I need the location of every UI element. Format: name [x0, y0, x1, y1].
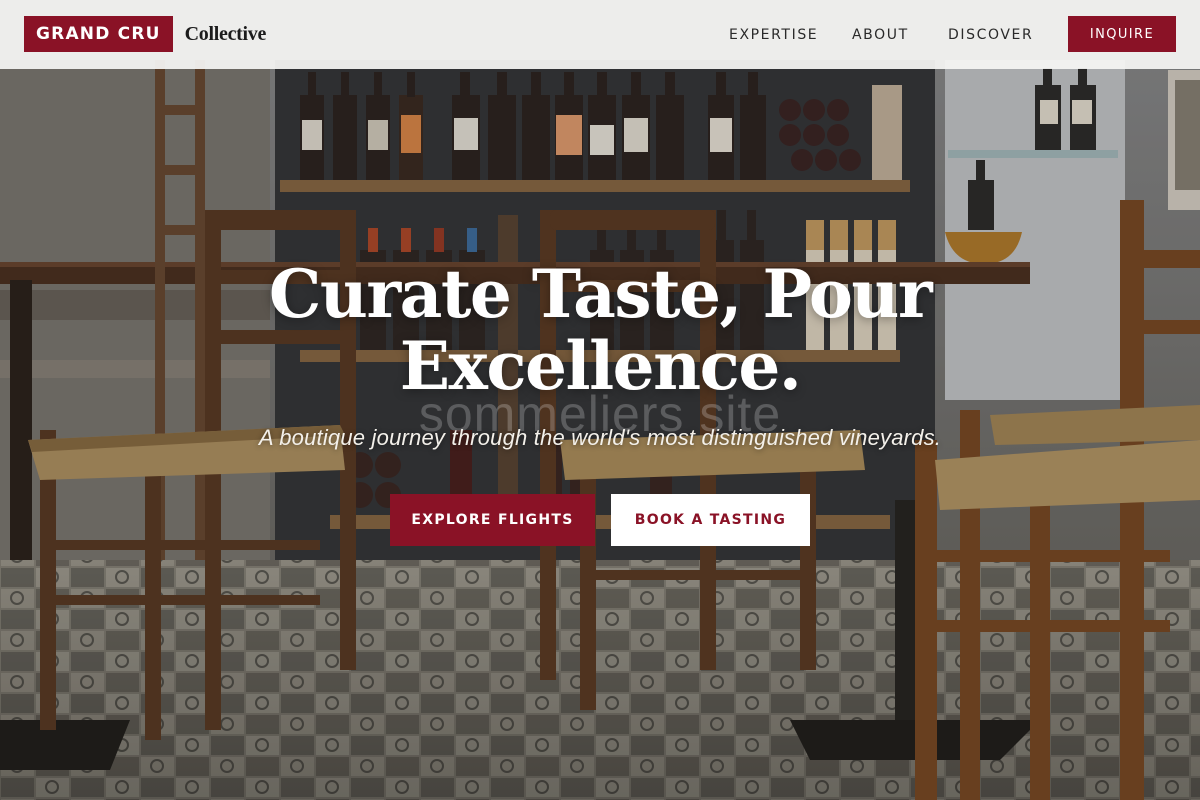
nav-item-discover[interactable]: DISCOVER — [948, 27, 1033, 43]
brand-logo[interactable]: GRAND CRU Collective — [24, 16, 266, 52]
book-tasting-button[interactable]: BOOK A TASTING — [611, 494, 810, 546]
brand-name: GRAND CRU — [24, 16, 173, 52]
hero-title: Curate Taste, Pour Excellence. — [150, 258, 1050, 402]
site-header: GRAND CRU Collective EXPERTISE ABOUT DIS… — [0, 0, 1200, 69]
nav-item-about[interactable]: ABOUT — [852, 27, 909, 43]
nav-item-expertise[interactable]: EXPERTISE — [729, 27, 818, 43]
inquire-button[interactable]: INQUIRE — [1068, 16, 1176, 52]
hero-title-line-1: Curate Taste, Pour — [268, 255, 933, 333]
explore-flights-button[interactable]: EXPLORE FLIGHTS — [390, 494, 595, 546]
hero-subtitle: A boutique journey through the world's m… — [258, 425, 942, 450]
brand-sub: Collective — [184, 22, 267, 45]
